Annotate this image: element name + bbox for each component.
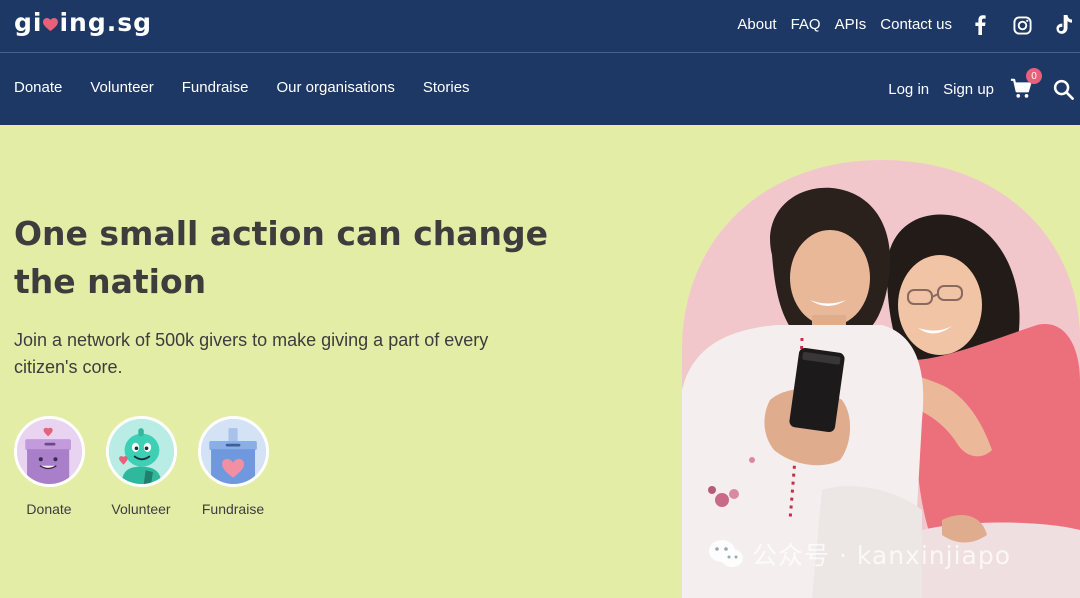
fundraise-action-label: Fundraise [201,501,265,517]
contact-us-link[interactable]: Contact us [880,16,952,33]
heart-icon [43,17,59,31]
facebook-icon[interactable] [969,14,991,36]
top-bar: gi ing.sg About FAQ APIs Contact us [0,0,1080,53]
hero-title: One small action can change the nation [14,214,549,301]
about-link[interactable]: About [737,16,776,33]
hero-photo [682,160,1080,598]
logo-text-prefix: gi [14,8,43,37]
hero-subtitle: Join a network of 500k givers to make gi… [14,330,489,377]
watermark-text: 公众号 · kanxinjiapo [752,541,1012,570]
search-icon[interactable] [1053,79,1075,101]
donate-action-label: Donate [26,501,72,517]
account-links: Log in Sign up [888,81,994,98]
wechat-icon [709,540,743,567]
logo-text-suffix: ing.sg [59,8,153,37]
cart-count-badge: 0 [1026,68,1042,84]
cart-button[interactable]: 0 [1010,68,1042,102]
action-buttons: Donate Volunteer Fundraise [13,416,279,517]
fundraise-action[interactable]: Fundraise [187,416,279,517]
top-links: About FAQ APIs Contact us [737,16,952,33]
main-nav: Donate Volunteer Fundraise Our organisat… [0,54,1080,125]
volunteer-action-label: Volunteer [111,501,171,517]
watermark: 公众号 · kanxinjiapo [708,536,1011,572]
tiktok-icon[interactable] [1053,14,1075,36]
nav-volunteer[interactable]: Volunteer [90,79,153,96]
faq-link[interactable]: FAQ [791,16,821,33]
nav-donate[interactable]: Donate [14,79,62,96]
donate-action[interactable]: Donate [3,416,95,517]
fundraise-box-icon [197,416,269,487]
site-header: gi ing.sg About FAQ APIs Contact us Dona… [0,0,1080,125]
nav-stories[interactable]: Stories [423,79,470,96]
volunteer-action[interactable]: Volunteer [95,416,187,517]
apis-link[interactable]: APIs [835,16,867,33]
nav-our-organisations[interactable]: Our organisations [276,79,394,96]
site-logo[interactable]: gi ing.sg [14,8,152,37]
nav-fundraise[interactable]: Fundraise [182,79,249,96]
nav-links: Donate Volunteer Fundraise Our organisat… [14,79,470,96]
login-link[interactable]: Log in [888,81,929,98]
signup-link[interactable]: Sign up [943,81,994,98]
instagram-icon[interactable] [1011,14,1033,36]
donation-box-icon [13,416,85,487]
volunteer-character-icon [105,416,177,487]
